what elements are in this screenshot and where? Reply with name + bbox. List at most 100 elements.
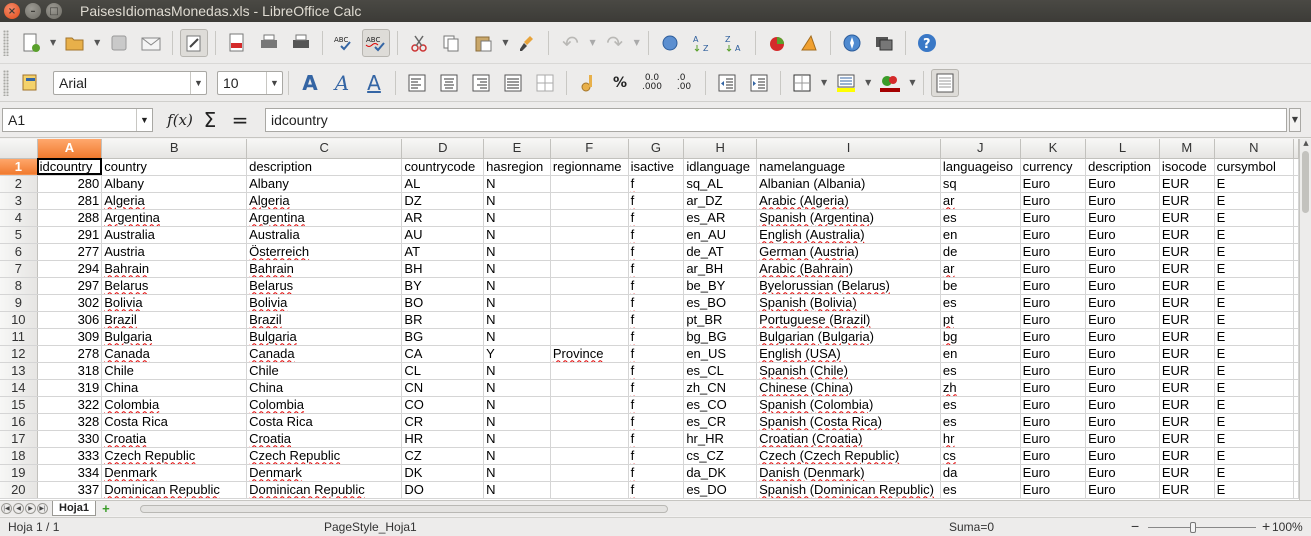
cell[interactable]: EUR xyxy=(1159,345,1215,363)
cell[interactable]: EUR xyxy=(1159,328,1215,346)
cell[interactable]: Spanish (Chile) xyxy=(756,362,941,380)
cell[interactable]: Euro xyxy=(1085,192,1160,210)
hyperlink-button[interactable] xyxy=(656,29,684,57)
cell[interactable]: Dominican Republic xyxy=(101,481,248,499)
cell[interactable] xyxy=(550,481,629,499)
spreadsheet-grid[interactable]: ABCDEFGHIJKLMN 1 idcountry country descript… xyxy=(0,139,1299,500)
sort-descending-button[interactable]: ZA xyxy=(720,29,748,57)
cell[interactable]: E xyxy=(1214,430,1295,448)
cell[interactable] xyxy=(1293,175,1299,193)
save-button[interactable] xyxy=(105,29,133,57)
cell[interactable]: E xyxy=(1214,209,1295,227)
cell[interactable]: Euro xyxy=(1020,243,1087,261)
cell[interactable]: N xyxy=(483,464,551,482)
toggle-sidebar-button[interactable] xyxy=(931,68,960,97)
cell[interactable]: EUR xyxy=(1159,175,1215,193)
number-format-button[interactable]: 0.0.000 xyxy=(638,69,666,97)
formula-input[interactable]: idcountry xyxy=(265,107,1287,132)
row-header[interactable]: 2 xyxy=(0,175,38,193)
cell[interactable]: Euro xyxy=(1020,311,1087,329)
cell[interactable]: 337 xyxy=(37,481,103,499)
decrease-indent-button[interactable] xyxy=(713,69,741,97)
cell[interactable]: es xyxy=(940,396,1021,414)
close-window-button[interactable]: × xyxy=(4,3,20,19)
email-document-button[interactable] xyxy=(137,29,165,57)
cell[interactable]: Euro xyxy=(1085,430,1160,448)
cell[interactable]: E xyxy=(1214,243,1295,261)
cell[interactable]: German (Austria) xyxy=(756,243,941,261)
cell[interactable]: Euro xyxy=(1085,328,1160,346)
cell[interactable]: Chinese (China) xyxy=(756,379,941,397)
draw-functions-button[interactable] xyxy=(795,29,823,57)
next-sheet-icon[interactable]: ▶ xyxy=(25,503,36,514)
column-header-j[interactable]: J xyxy=(940,139,1021,159)
cell[interactable] xyxy=(1293,209,1299,227)
cell[interactable]: 318 xyxy=(37,362,103,380)
italic-button[interactable]: A xyxy=(328,69,356,97)
cell[interactable]: es_AR xyxy=(683,209,758,227)
cell[interactable]: cs_CZ xyxy=(683,447,758,465)
auto-spellcheck-button[interactable]: ABC xyxy=(362,28,391,57)
header-cell[interactable]: description xyxy=(246,158,403,176)
horizontal-scrollbar[interactable] xyxy=(126,503,1286,515)
column-header-b[interactable]: B xyxy=(101,139,248,159)
cell[interactable]: N xyxy=(483,192,551,210)
cell[interactable]: es xyxy=(940,481,1021,499)
font-color-button[interactable] xyxy=(876,69,904,97)
cell[interactable]: f xyxy=(628,413,685,431)
cell[interactable] xyxy=(550,243,629,261)
insert-chart-button[interactable] xyxy=(763,29,791,57)
cell[interactable]: Euro xyxy=(1085,260,1160,278)
cell[interactable]: Euro xyxy=(1020,294,1087,312)
cell[interactable]: BG xyxy=(401,328,485,346)
cell[interactable]: f xyxy=(628,192,685,210)
cell[interactable]: Euro xyxy=(1020,447,1087,465)
header-cell[interactable]: idcountry xyxy=(37,158,103,176)
cell[interactable]: E xyxy=(1214,396,1295,414)
cell[interactable]: English (Australia) xyxy=(756,226,941,244)
header-cell[interactable]: hasregion xyxy=(483,158,551,176)
cell[interactable]: Chile xyxy=(246,362,403,380)
cell[interactable]: Euro xyxy=(1020,413,1087,431)
cell[interactable]: China xyxy=(246,379,403,397)
cell[interactable]: EUR xyxy=(1159,311,1215,329)
cell[interactable]: 277 xyxy=(37,243,103,261)
new-document-button[interactable] xyxy=(17,29,45,57)
cell[interactable]: 330 xyxy=(37,430,103,448)
cell[interactable]: f xyxy=(628,430,685,448)
row-header[interactable]: 7 xyxy=(0,260,38,278)
cell[interactable]: Costa Rica xyxy=(246,413,403,431)
cell[interactable]: English (USA) xyxy=(756,345,941,363)
cell[interactable]: Bulgaria xyxy=(101,328,248,346)
cell[interactable]: AT xyxy=(401,243,485,261)
cell[interactable]: f xyxy=(628,362,685,380)
cell[interactable] xyxy=(1293,396,1299,414)
header-cell[interactable]: cursymbol xyxy=(1214,158,1295,176)
cell[interactable]: 319 xyxy=(37,379,103,397)
row-header[interactable]: 10 xyxy=(0,311,38,329)
sum-value[interactable]: Suma=0 xyxy=(949,520,994,534)
header-cell[interactable]: description xyxy=(1085,158,1160,176)
font-size-combo[interactable]: 10 ▼ xyxy=(217,70,283,95)
cell[interactable]: E xyxy=(1214,226,1295,244)
cell[interactable]: EUR xyxy=(1159,294,1215,312)
row-header[interactable]: 20 xyxy=(0,481,38,499)
cell[interactable]: CL xyxy=(401,362,485,380)
row-header[interactable]: 8 xyxy=(0,277,38,295)
cell[interactable]: EUR xyxy=(1159,481,1215,499)
bold-button[interactable]: A xyxy=(296,69,324,97)
cell[interactable]: Euro xyxy=(1085,345,1160,363)
cell[interactable]: pt xyxy=(940,311,1021,329)
paste-dropdown[interactable]: ▼ xyxy=(502,38,508,47)
cell[interactable]: 306 xyxy=(37,311,103,329)
row-header[interactable]: 1 xyxy=(0,158,38,176)
cell[interactable]: Euro xyxy=(1085,379,1160,397)
cell[interactable]: es xyxy=(940,209,1021,227)
cell[interactable]: Euro xyxy=(1020,481,1087,499)
cell[interactable]: AU xyxy=(401,226,485,244)
cell[interactable]: ar_BH xyxy=(683,260,758,278)
column-header-c[interactable]: C xyxy=(246,139,403,159)
cell[interactable]: Spanish (Argentina) xyxy=(756,209,941,227)
cell[interactable]: E xyxy=(1214,328,1295,346)
cell[interactable]: Colombia xyxy=(246,396,403,414)
